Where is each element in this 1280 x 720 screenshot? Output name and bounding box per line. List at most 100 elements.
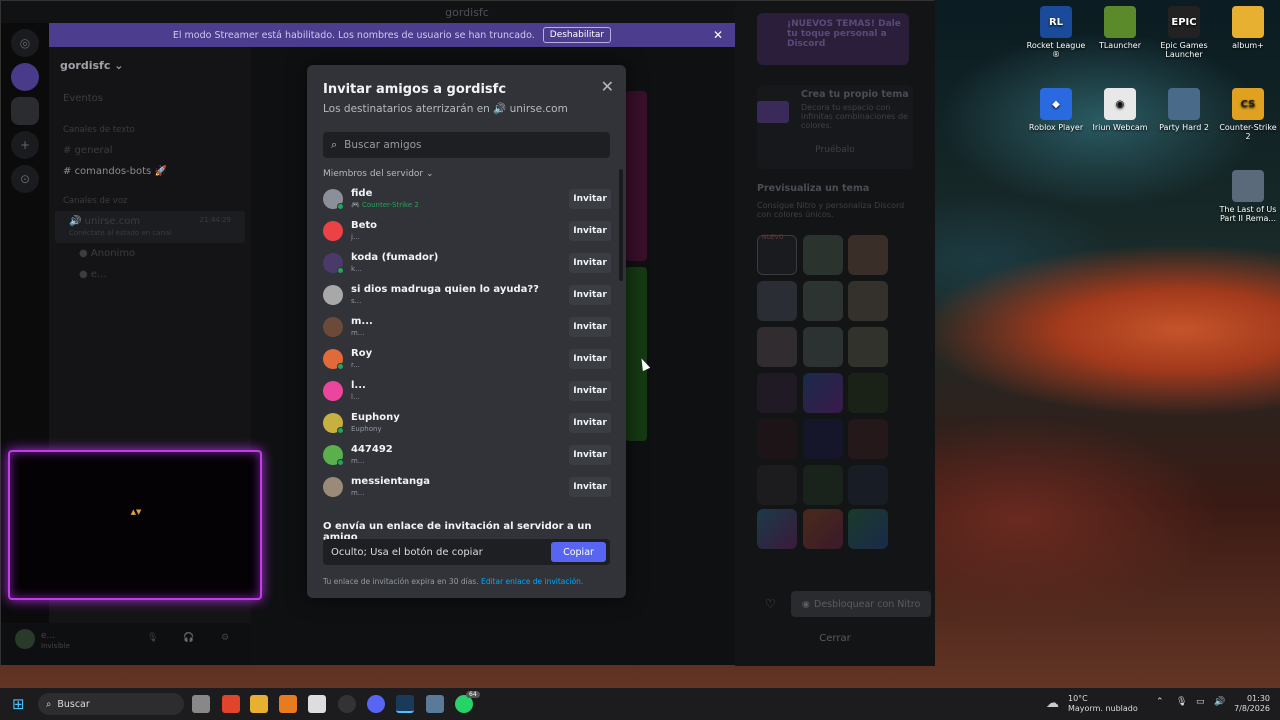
voice-user[interactable]: ● Anonimo [49,243,251,264]
theme-swatch[interactable]: NUEVO [757,234,797,275]
settings-gear-icon[interactable]: ⚙ [221,633,229,643]
theme-swatch[interactable] [803,419,843,459]
theme-swatch[interactable] [803,235,843,275]
edit-invite-link[interactable]: Editar enlace de invitación. [481,577,583,586]
events-item[interactable]: Eventos [49,79,251,109]
desktop-icon-epic-games[interactable]: EPIC Epic Games Launcher [1152,6,1216,59]
disable-streamer-button[interactable]: Deshabilitar [542,27,612,43]
brave-icon[interactable] [222,695,240,713]
close-panel-button[interactable]: Cerrar [735,633,935,644]
task-view-icon[interactable] [192,695,210,713]
microphone-tray-icon[interactable]: 🎙 [1176,697,1187,707]
add-server-icon[interactable]: + [11,131,39,159]
microphone-icon[interactable]: 🎙 [147,633,158,643]
theme-swatch[interactable] [848,373,888,413]
heart-icon[interactable]: ♡ [765,597,776,611]
tlauncher-icon [1104,6,1136,38]
close-banner-icon[interactable]: ✕ [713,28,723,42]
theme-swatch[interactable] [757,419,797,459]
invite-button[interactable]: Invitar [569,413,611,433]
invite-button[interactable]: Invitar [569,445,611,465]
theme-swatch[interactable] [803,509,843,549]
theme-swatch[interactable] [848,281,888,321]
theme-swatch[interactable] [803,465,843,505]
weather-desc[interactable]: Mayorm. nublado [1068,704,1138,713]
theme-swatch[interactable] [848,235,888,275]
invite-button[interactable]: Invitar [569,381,611,401]
clock-time[interactable]: 01:30 [1244,694,1270,703]
desktop-icon-counter-strike[interactable]: CS Counter-Strike 2 [1216,88,1280,141]
search-input[interactable] [344,139,585,151]
network-icon[interactable]: ▭ [1196,697,1205,707]
unlock-nitro-button[interactable]: ◉ Desbloquear con Nitro [791,591,931,617]
theme-swatch[interactable] [757,327,797,367]
desktop-icon-last-of-us[interactable]: The Last of Us Part II Rema... [1216,170,1280,223]
close-icon[interactable]: ✕ [601,77,614,96]
clock-date[interactable]: 7/8/2026 [1232,704,1270,713]
volume-icon[interactable]: 🔊 [1214,697,1225,707]
discord-icon[interactable] [367,695,385,713]
copy-button[interactable]: Copiar [551,542,606,562]
desktop-icon-tlauncher[interactable]: TLauncher [1088,6,1152,50]
theme-swatch[interactable] [848,465,888,505]
chrome-icon[interactable] [338,695,356,713]
theme-swatch[interactable] [848,419,888,459]
voice-user[interactable]: ● e... [49,264,251,285]
app-icon[interactable] [426,695,444,713]
windows-start-icon[interactable]: ⊞ [12,695,25,713]
try-theme-button[interactable]: Pruébalo [757,145,913,155]
scrollbar[interactable] [619,169,623,281]
discord-home-icon[interactable]: ◎ [11,29,39,57]
theme-swatch[interactable] [757,465,797,505]
voice-channel-item[interactable]: 🔊 unirse.com 21:44:29 Conéctate al estado… [55,211,245,243]
new-themes-promo[interactable]: ¡NUEVOS TEMAS! Dale tu toque personal a … [757,13,909,65]
channel-comandos-bots[interactable]: # comandos-bots 🚀 [49,161,251,182]
file-explorer-icon[interactable] [250,695,268,713]
theme-swatch[interactable] [757,373,797,413]
channel-general[interactable]: # general [49,140,251,161]
theme-swatch[interactable] [848,509,888,549]
theme-swatch[interactable] [803,281,843,321]
theme-swatch[interactable] [803,327,843,367]
member-info: 447492 m... [351,444,393,466]
roblox-icon: ◆ [1040,88,1072,120]
desktop-icon-party-hard[interactable]: Party Hard 2 [1152,88,1216,132]
steam-icon[interactable] [396,695,414,713]
invite-button[interactable]: Invitar [569,349,611,369]
browser-icon[interactable] [279,695,297,713]
invite-button[interactable]: Invitar [569,221,611,241]
desktop-icon-label: Roblox Player [1028,123,1084,132]
desktop-icon-album[interactable]: album+ [1216,6,1280,50]
invite-button[interactable]: Invitar [569,253,611,273]
server-members-header[interactable]: Miembros del servidor ⌄ [323,169,434,179]
desktop-icon-rocket-league[interactable]: RL Rocket League ® [1024,6,1088,59]
member-status: m... [351,456,393,466]
stream-overlay-frame: ▲▼ [8,450,262,600]
theme-swatch[interactable] [757,281,797,321]
theme-swatch[interactable] [848,327,888,367]
invite-button[interactable]: Invitar [569,317,611,337]
server-icon-active[interactable] [11,97,39,125]
server-name-header[interactable]: gordisfc ⌄ [49,47,251,79]
desktop-icon-label: Epic Games Launcher [1160,41,1208,59]
invite-button[interactable]: Invitar [569,285,611,305]
theme-swatch[interactable] [803,373,843,413]
text-channels-header[interactable]: Canales de texto [49,109,251,140]
store-icon[interactable] [308,695,326,713]
headphones-icon[interactable]: 🎧 [183,633,194,643]
invite-button[interactable]: Invitar [569,477,611,497]
chevron-up-icon[interactable]: ⌃ [1156,697,1164,707]
taskbar-search[interactable]: ⌕ Buscar [38,693,184,715]
member-status-text: s... [351,297,362,305]
invite-link-value[interactable]: Oculto; Usa el botón de copiar [331,547,483,558]
member-name: m... [351,316,373,327]
theme-swatch[interactable] [757,509,797,549]
weather-temp[interactable]: 10°C [1068,694,1088,703]
server-icon[interactable] [11,63,39,91]
desktop-icon-iriun[interactable]: ◉ Iriun Webcam [1088,88,1152,132]
explore-icon[interactable]: ⊙ [11,165,39,193]
invite-button[interactable]: Invitar [569,189,611,209]
avatar[interactable] [15,629,35,649]
voice-channels-header[interactable]: Canales de voz [49,182,251,211]
desktop-icon-roblox[interactable]: ◆ Roblox Player [1024,88,1088,132]
